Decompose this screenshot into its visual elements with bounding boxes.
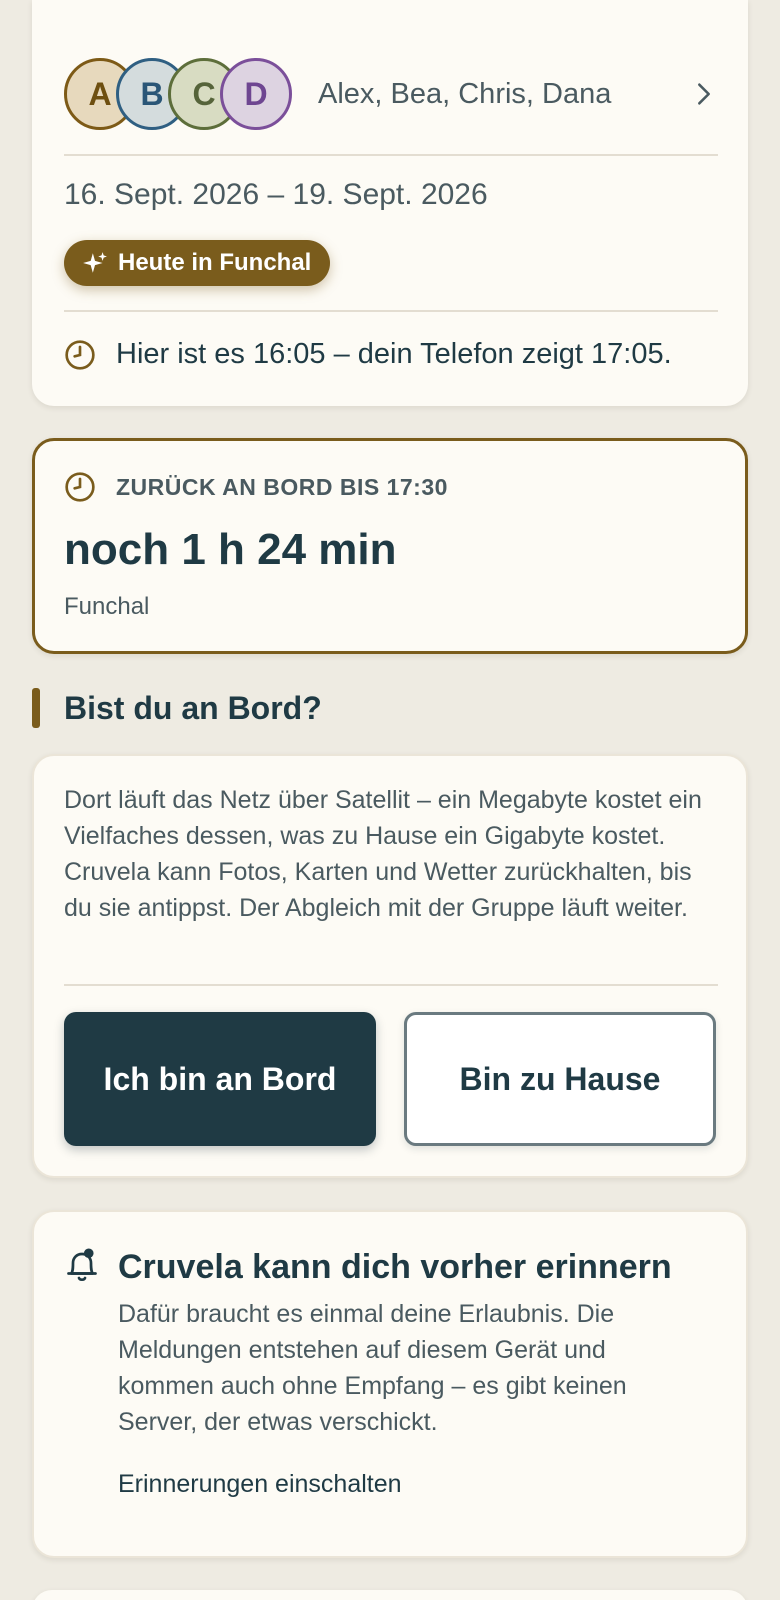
section-title: Bist du an Bord? <box>64 690 322 726</box>
sparkle-icon <box>83 252 107 273</box>
on-board-button[interactable]: Ich bin an Bord <box>64 1012 376 1146</box>
time-note-row: Hier ist es 16:05 – dein Telefon zeigt 1… <box>64 338 672 371</box>
reminder-text: Dafür braucht es einmal deine Erlaubnis.… <box>118 1300 627 1436</box>
boarding-deadline-card: ZURÜCK AN BORD BIS 17:30 noch 1 h 24 min… <box>32 438 748 654</box>
onboard-explanation: Dort läuft das Netz über Satellit – ein … <box>64 786 702 922</box>
reminder-title: Cruvela kann dich vorher erinnern <box>118 1248 672 1286</box>
at-home-button[interactable]: Bin zu Hause <box>404 1012 716 1146</box>
trip-card: A B C D Alex, Bea, Chris, Dana 16. Sept.… <box>32 0 748 406</box>
today-label: Heute in Funchal <box>118 249 312 276</box>
divider <box>64 984 718 986</box>
divider <box>64 310 718 312</box>
time-note: Hier ist es 16:05 – dein Telefon zeigt 1… <box>116 338 672 370</box>
members-row[interactable]: A B C D Alex, Bea, Chris, Dana <box>64 58 718 130</box>
clock-icon <box>65 339 95 370</box>
today-badge[interactable]: Heute in Funchal <box>64 240 330 286</box>
avatar-group: A B C D <box>64 58 292 130</box>
enable-reminders-link[interactable]: Erinnerungen einschalten <box>118 1470 402 1499</box>
avatar: D <box>220 58 292 130</box>
boarding-countdown: noch 1 h 24 min <box>64 525 397 574</box>
boarding-port: Funchal <box>64 593 150 620</box>
divider <box>64 154 718 156</box>
trip-dates: 16. Sept. 2026 – 19. Sept. 2026 <box>64 178 488 211</box>
boarding-label: ZURÜCK AN BORD BIS 17:30 <box>116 473 448 500</box>
trip-overview-screen: A B C D Alex, Bea, Chris, Dana 16. Sept.… <box>0 0 780 1600</box>
boarding-label-row: ZURÜCK AN BORD BIS 17:30 <box>64 471 448 503</box>
bell-icon <box>67 1248 97 1282</box>
member-names: Alex, Bea, Chris, Dana <box>318 77 612 110</box>
chevron-right-icon <box>698 83 710 105</box>
section-accent-bar <box>32 688 40 728</box>
onboard-question-card: Dort läuft das Netz über Satellit – ein … <box>32 754 748 1178</box>
next-card <box>32 1590 748 1600</box>
clock-icon <box>65 472 95 502</box>
reminder-card: Cruvela kann dich vorher erinnern Dafür … <box>32 1210 748 1558</box>
